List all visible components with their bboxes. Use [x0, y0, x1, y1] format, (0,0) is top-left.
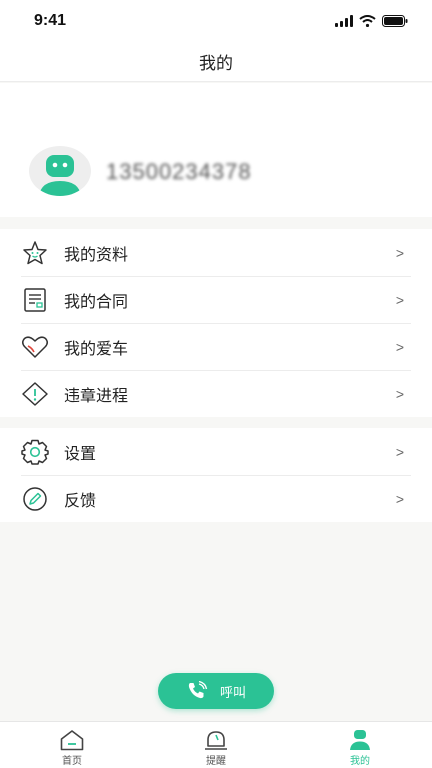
tab-label: 我的 [350, 756, 370, 767]
menu-item-violation[interactable]: 违章进程 > [0, 370, 432, 417]
chevron-right-icon: > [395, 386, 404, 402]
phone-call-icon [188, 681, 208, 699]
battery-icon [382, 15, 408, 27]
robot-avatar-icon [39, 155, 81, 196]
avatar[interactable] [29, 146, 91, 196]
menu-item-car[interactable]: 我的爱车 > [0, 323, 432, 370]
chevron-right-icon: > [395, 339, 404, 355]
home-icon [60, 730, 84, 751]
menu-item-label: 我的爱车 [64, 340, 129, 358]
menu-item-profile[interactable]: 我的资料 > [0, 229, 432, 276]
heart-icon [21, 333, 49, 361]
menu-item-label: 反馈 [64, 492, 97, 510]
chevron-right-icon: > [395, 292, 404, 308]
page-title: 我的 [199, 54, 233, 73]
call-button[interactable]: 呼叫 [158, 673, 274, 709]
signal-icon [335, 15, 353, 27]
bell-icon [205, 731, 227, 750]
menu-item-contract[interactable]: 我的合同 > [0, 276, 432, 323]
tab-reminder[interactable]: 提醒 [144, 722, 288, 768]
menu-item-label: 设置 [64, 445, 97, 463]
user-icon [350, 730, 370, 750]
chevron-right-icon: > [395, 491, 404, 507]
gear-icon [21, 438, 49, 466]
menu-item-label: 我的资料 [64, 246, 129, 264]
tab-home[interactable]: 首页 [0, 722, 144, 768]
tab-mine[interactable]: 我的 [288, 722, 432, 768]
profile-card[interactable]: 13500234378 [0, 83, 432, 217]
star-face-icon [21, 239, 49, 267]
document-icon [21, 286, 49, 314]
warning-icon [21, 380, 49, 408]
tab-bar: 首页 提醒 我的 [0, 721, 432, 768]
menu-item-feedback[interactable]: 反馈 > [0, 475, 432, 522]
menu-group-settings: 设置 > 反馈 > [0, 428, 432, 522]
status-time: 9:41 [34, 12, 67, 29]
menu-group-account: 我的资料 > 我的合同 > 我的爱车 > 违章进程 > [0, 229, 432, 417]
menu-item-label: 违章进程 [64, 387, 129, 405]
wifi-icon [359, 15, 376, 27]
phone-number: 13500234378 [106, 159, 252, 184]
nav-bar: 我的 [0, 42, 432, 82]
menu-item-label: 我的合同 [64, 293, 129, 311]
call-button-label: 呼叫 [219, 684, 246, 700]
menu-item-settings[interactable]: 设置 > [0, 428, 432, 475]
status-icons [335, 15, 408, 27]
status-bar: 9:41 [0, 0, 432, 42]
chevron-right-icon: > [395, 444, 404, 460]
chevron-right-icon: > [395, 245, 404, 261]
tab-label: 提醒 [206, 756, 226, 767]
pencil-icon [21, 485, 49, 513]
tab-label: 首页 [62, 756, 82, 767]
